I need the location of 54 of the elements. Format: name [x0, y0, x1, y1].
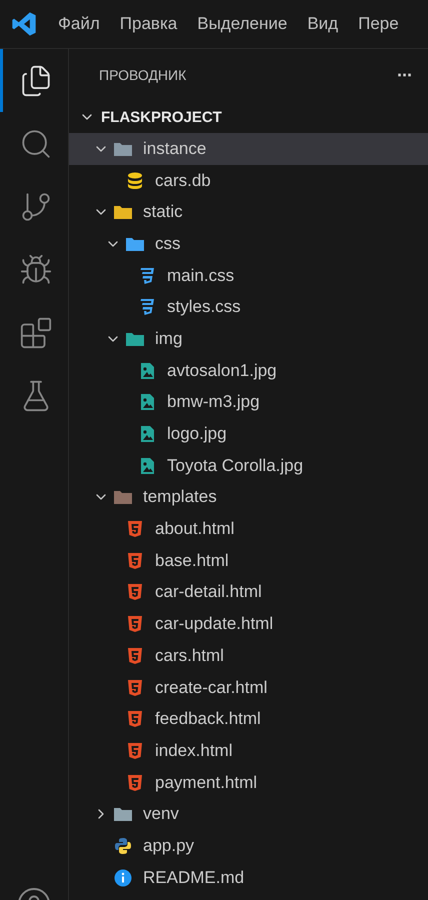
- menu-item[interactable]: Правка: [120, 14, 178, 34]
- folder-row[interactable]: static: [69, 196, 428, 228]
- file-row[interactable]: cars.html: [69, 640, 428, 672]
- html-file-icon: [127, 774, 143, 792]
- image-file-icon: [140, 456, 154, 475]
- html-file-icon: [127, 742, 143, 760]
- file-row[interactable]: README.md: [69, 862, 428, 894]
- html-file-icon: [127, 678, 143, 697]
- file-row[interactable]: cars.db: [69, 164, 428, 196]
- file-row[interactable]: about.html: [69, 513, 428, 545]
- file-row[interactable]: avtosalon1.jpg: [69, 354, 428, 386]
- vscode-logo-icon: [10, 10, 38, 38]
- image-file-icon: [140, 362, 154, 380]
- css-file-icon: [139, 298, 155, 316]
- file-row[interactable]: feedback.html: [69, 703, 428, 736]
- menu-item[interactable]: Пере: [358, 14, 399, 34]
- project-header[interactable]: FLASKPROJECT: [69, 101, 428, 133]
- project-name: FLASKPROJECT: [101, 108, 222, 126]
- file-row[interactable]: logo.jpg: [69, 418, 428, 450]
- menu-item[interactable]: Выделение: [197, 14, 288, 34]
- folder-row[interactable]: instance: [69, 133, 428, 165]
- folder-row[interactable]: templates: [69, 482, 428, 514]
- info-icon: [114, 868, 132, 887]
- html-file-icon: [127, 710, 143, 728]
- file-row[interactable]: bmw-m3.jpg: [69, 386, 428, 418]
- image-file-icon: [140, 425, 154, 444]
- html-file-icon: [127, 520, 143, 538]
- image-file-icon: [140, 393, 154, 412]
- file-row[interactable]: create-car.html: [69, 672, 428, 704]
- menu-item[interactable]: Файл: [58, 14, 100, 34]
- bug-icon: [18, 252, 52, 286]
- folder-row[interactable]: css: [69, 228, 428, 260]
- database-icon: [127, 172, 143, 190]
- html-file-icon: [127, 552, 143, 570]
- menu-item[interactable]: Вид: [307, 14, 338, 34]
- html-file-icon: [127, 615, 143, 634]
- html-file-icon: [127, 583, 143, 602]
- file-row[interactable]: payment.html: [69, 766, 428, 798]
- more-actions-button[interactable]: ···: [397, 64, 412, 86]
- blocks-icon: [18, 316, 52, 350]
- file-row[interactable]: Toyota Corolla.jpg: [69, 450, 428, 482]
- explorer-title: ПРОВОДНИК: [99, 67, 186, 83]
- python-file-icon: [114, 836, 132, 855]
- file-row[interactable]: main.css: [69, 260, 428, 292]
- folder-row[interactable]: img: [69, 323, 428, 355]
- file-row[interactable]: styles.css: [69, 291, 428, 324]
- html-file-icon: [127, 646, 143, 665]
- file-row[interactable]: app.py: [69, 830, 428, 862]
- file-row[interactable]: car-update.html: [69, 608, 428, 640]
- css-file-icon: [139, 266, 155, 285]
- file-row[interactable]: index.html: [69, 735, 428, 767]
- file-row[interactable]: car-detail.html: [69, 576, 428, 608]
- file-row[interactable]: base.html: [69, 544, 428, 577]
- folder-row[interactable]: venv: [69, 798, 428, 830]
